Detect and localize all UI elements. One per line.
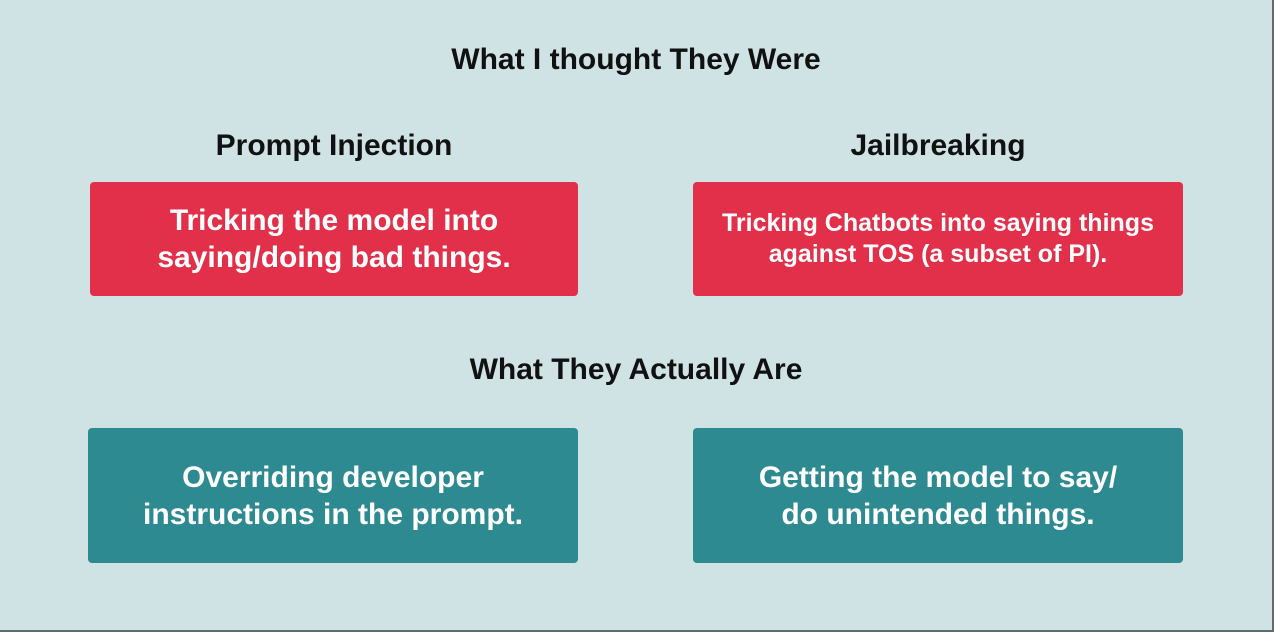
bottom-heading: What They Actually Are: [469, 353, 803, 386]
column-label-jailbreaking: Jailbreaking: [850, 129, 1026, 162]
actual-card-jailbreaking-text: Getting the model to say/ do unintended …: [758, 460, 1118, 531]
actual-card-jailbreaking: Getting the model to say/ do unintended …: [693, 428, 1183, 563]
top-heading: What I thought They Were: [451, 43, 821, 76]
thought-card-jailbreaking: Tricking Chatbots into saying things aga…: [693, 182, 1183, 296]
actual-card-prompt-injection-text: Overriding developer instructions in the…: [143, 460, 523, 531]
actual-card-prompt-injection: Overriding developer instructions in the…: [88, 428, 578, 563]
diagram-canvas: What I thought They Were Prompt Injectio…: [0, 0, 1274, 632]
thought-card-jailbreaking-text: Tricking Chatbots into saying things aga…: [722, 209, 1154, 268]
thought-card-prompt-injection-text: Tricking the model into saying/doing bad…: [157, 204, 511, 274]
column-label-prompt-injection: Prompt Injection: [215, 129, 453, 162]
thought-card-prompt-injection: Tricking the model into saying/doing bad…: [90, 182, 578, 296]
